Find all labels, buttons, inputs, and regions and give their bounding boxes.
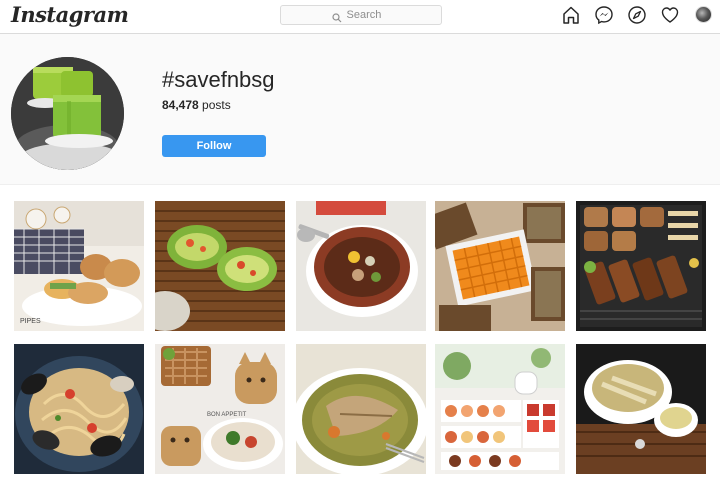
explore-icon[interactable] — [627, 5, 647, 25]
bon-appetit-watermark: BON APPETIT — [207, 412, 247, 418]
instagram-logo[interactable]: Instagram — [11, 2, 129, 27]
post-thumbnail[interactable] — [435, 344, 565, 474]
post-count: 84,478 posts — [162, 98, 231, 112]
search-icon — [331, 10, 342, 23]
hashtag-title: #savefnbsg — [162, 67, 275, 92]
post-thumbnail[interactable]: BON APPETIT — [155, 344, 285, 474]
post-thumbnail[interactable] — [296, 201, 426, 331]
follow-button[interactable]: Follow — [162, 135, 266, 157]
home-icon[interactable] — [561, 5, 581, 25]
post-thumbnail[interactable] — [296, 344, 426, 474]
pipes-watermark: PIPES — [20, 318, 41, 325]
search-input[interactable] — [346, 9, 391, 21]
profile-avatar[interactable] — [695, 6, 712, 23]
heart-icon[interactable] — [660, 5, 680, 25]
post-thumbnail[interactable] — [576, 201, 706, 331]
messenger-icon[interactable] — [594, 5, 614, 25]
post-thumbnail[interactable] — [576, 344, 706, 474]
top-nav-bar: Instagram — [0, 0, 720, 34]
post-count-label: posts — [202, 98, 231, 112]
post-thumbnail[interactable] — [435, 201, 565, 331]
post-thumbnail[interactable] — [14, 344, 144, 474]
search-box[interactable] — [280, 5, 442, 25]
post-thumbnail[interactable] — [155, 201, 285, 331]
post-count-number: 84,478 — [162, 98, 199, 112]
post-thumbnail[interactable]: PIPES — [14, 201, 144, 331]
hashtag-cover-image — [11, 57, 124, 170]
